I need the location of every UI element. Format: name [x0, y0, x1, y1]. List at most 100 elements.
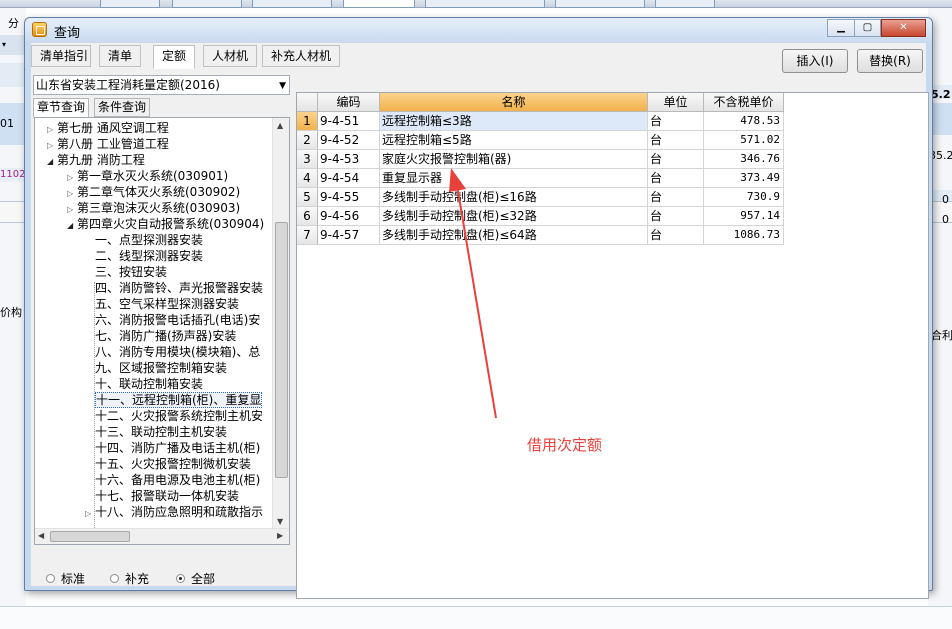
background-toolbar-button[interactable]	[655, 0, 715, 8]
radio-icon[interactable]	[46, 574, 55, 583]
tree-item[interactable]: 一、点型探测器安装	[85, 232, 203, 248]
cell-price[interactable]: 478.53	[704, 112, 784, 131]
collapse-icon[interactable]: ◢	[67, 218, 77, 234]
quota-library-select[interactable]: 山东省安装工程消耗量定额(2016) ▼	[33, 75, 290, 95]
tree-item[interactable]: ◢ 第九册 消防工程	[47, 152, 145, 168]
tree-item[interactable]: 十二、火灾报警系统控制主机安	[85, 408, 263, 424]
background-toolbar-button[interactable]	[100, 0, 160, 8]
cell-unit[interactable]: 台	[648, 188, 704, 207]
row-number[interactable]: 7	[297, 226, 318, 245]
table-row[interactable]: 6 9-4-56 多线制手动控制盘(柜)≤32路台 957.14	[297, 207, 784, 226]
tree-item[interactable]: 十六、备用电源及电池主机(柜)	[85, 472, 260, 488]
tree-item[interactable]: 八、消防专用模块(模块箱)、总	[85, 344, 260, 360]
radio-supplementary[interactable]: 补充	[110, 570, 149, 587]
cell-name[interactable]: 远程控制箱≤5路	[380, 131, 648, 150]
tree-item[interactable]: ▷ 第八册 工业管道工程	[47, 136, 169, 152]
tree-item[interactable]: 十、联动控制箱安装	[85, 376, 203, 392]
radio-all[interactable]: 全部	[176, 570, 215, 587]
column-header-code[interactable]: 编码	[318, 93, 380, 112]
dialog-titlebar[interactable]: 查询 ▁ ▢ ✕	[25, 18, 932, 42]
column-header-price[interactable]: 不含税单价	[704, 93, 784, 112]
cell-unit[interactable]: 台	[648, 112, 704, 131]
table-row[interactable]: 1 9-4-51 远程控制箱≤3路台 478.53	[297, 112, 784, 131]
cell-unit[interactable]: 台	[648, 150, 704, 169]
background-toolbar-button[interactable]	[555, 0, 645, 8]
row-number[interactable]: 6	[297, 207, 318, 226]
cell-name[interactable]: 多线制手动控制盘(柜)≤32路	[380, 207, 648, 226]
cell-price[interactable]: 346.76	[704, 150, 784, 169]
cell-name[interactable]: 多线制手动控制盘(柜)≤16路	[380, 188, 648, 207]
cell-code[interactable]: 9-4-52	[318, 131, 380, 150]
cell-code[interactable]: 9-4-54	[318, 169, 380, 188]
tree-item[interactable]: 九、区域报警控制箱安装	[85, 360, 227, 376]
cell-code[interactable]: 9-4-57	[318, 226, 380, 245]
minimize-button[interactable]: ▁	[827, 19, 855, 37]
tree-item[interactable]: 十一、远程控制箱(柜)、重复显	[85, 392, 263, 408]
scroll-up-icon[interactable]: ▲	[277, 121, 283, 130]
tab-condition-search[interactable]: 条件查询	[94, 98, 151, 117]
cell-unit[interactable]: 台	[648, 207, 704, 226]
insert-button[interactable]: 插入(I)	[782, 49, 848, 73]
column-header-unit[interactable]: 单位	[648, 93, 704, 112]
background-toolbar-button[interactable]	[425, 0, 545, 8]
scroll-left-icon[interactable]: ◀	[38, 531, 44, 540]
tree-item[interactable]: ▷ 十八、消防应急照明和疏散指示	[85, 504, 263, 520]
table-row[interactable]: 3 9-4-53 家庭火灾报警控制箱(器) 台 346.76	[297, 150, 784, 169]
cell-unit[interactable]: 台	[648, 131, 704, 150]
cell-name[interactable]: 远程控制箱≤3路	[380, 112, 648, 131]
dropdown-arrow-icon[interactable]: ▼	[279, 77, 286, 95]
scroll-thumb[interactable]	[50, 531, 130, 542]
row-number[interactable]: 1	[297, 112, 318, 131]
tree-item[interactable]: 四、消防警铃、声光报警器安装	[85, 280, 263, 296]
cell-price[interactable]: 373.49	[704, 169, 784, 188]
row-number[interactable]: 3	[297, 150, 318, 169]
tree-item[interactable]: 五、空气采样型探测器安装	[85, 296, 239, 312]
maximize-button[interactable]: ▢	[854, 19, 881, 37]
table-row[interactable]: 2 9-4-52 远程控制箱≤5路台 571.02	[297, 131, 784, 150]
cell-price[interactable]: 957.14	[704, 207, 784, 226]
tree-item[interactable]: 二、线型探测器安装	[85, 248, 203, 264]
tree-item[interactable]: ▷ 第一章水灭火系统(030901)	[67, 168, 228, 184]
row-number[interactable]: 4	[297, 169, 318, 188]
tree-item[interactable]: 十七、报警联动一体机安装	[85, 488, 239, 504]
tree-item[interactable]: 十五、火灾报警控制微机安装	[85, 456, 251, 472]
column-header-name[interactable]: 名称	[380, 93, 648, 112]
tree-item[interactable]: 六、消防报警电话插孔(电话)安	[85, 312, 260, 328]
radio-icon[interactable]	[110, 574, 119, 583]
background-toolbar-button[interactable]	[343, 0, 415, 8]
cell-code[interactable]: 9-4-55	[318, 188, 380, 207]
background-toolbar-button[interactable]	[252, 0, 332, 8]
scroll-down-icon[interactable]: ▼	[277, 517, 283, 526]
scroll-thumb[interactable]	[275, 222, 288, 478]
table-row[interactable]: 4 9-4-54 重复显示器台 373.49	[297, 169, 784, 188]
cell-code[interactable]: 9-4-56	[318, 207, 380, 226]
cell-unit[interactable]: 台	[648, 226, 704, 245]
tab-chapter-search[interactable]: 章节查询	[33, 98, 90, 118]
tree-item[interactable]: ▷ 第三章泡沫灭火系统(030903)	[67, 200, 240, 216]
cell-name[interactable]: 家庭火灾报警控制箱(器)	[380, 150, 648, 169]
row-number[interactable]: 2	[297, 131, 318, 150]
cell-code[interactable]: 9-4-53	[318, 150, 380, 169]
radio-standard[interactable]: 标准	[46, 570, 85, 587]
tree-item[interactable]: 七、消防广播(扬声器)安装	[85, 328, 236, 344]
tab-bill-guide[interactable]: 清单指引	[31, 45, 91, 67]
tab-labor-material-machine[interactable]: 人材机	[203, 45, 257, 67]
tree-item[interactable]: ◢ 第四章火灾自动报警系统(030904)	[67, 216, 264, 232]
table-row[interactable]: 7 9-4-57 多线制手动控制盘(柜)≤64路台 1086.73	[297, 226, 784, 245]
replace-button[interactable]: 替换(R)	[857, 49, 923, 73]
tree-horizontal-scrollbar[interactable]: ◀ ▶	[35, 528, 289, 544]
tree-vertical-scrollbar[interactable]: ▲ ▼	[272, 118, 289, 529]
scroll-right-icon[interactable]: ▶	[277, 531, 283, 540]
cell-price[interactable]: 571.02	[704, 131, 784, 150]
cell-price[interactable]: 730.9	[704, 188, 784, 207]
tree-item[interactable]: 三、按钮安装	[85, 264, 167, 280]
tab-supplementary-lmm[interactable]: 补充人材机	[262, 45, 340, 67]
cell-name[interactable]: 重复显示器	[380, 169, 648, 188]
collapse-icon[interactable]: ◢	[47, 154, 57, 170]
row-number[interactable]: 5	[297, 188, 318, 207]
tab-bill[interactable]: 清单	[99, 45, 141, 67]
cell-unit[interactable]: 台	[648, 169, 704, 188]
cell-name[interactable]: 多线制手动控制盘(柜)≤64路	[380, 226, 648, 245]
tree-item[interactable]: 十三、联动控制主机安装	[85, 424, 227, 440]
tab-quota[interactable]: 定额	[153, 45, 195, 69]
